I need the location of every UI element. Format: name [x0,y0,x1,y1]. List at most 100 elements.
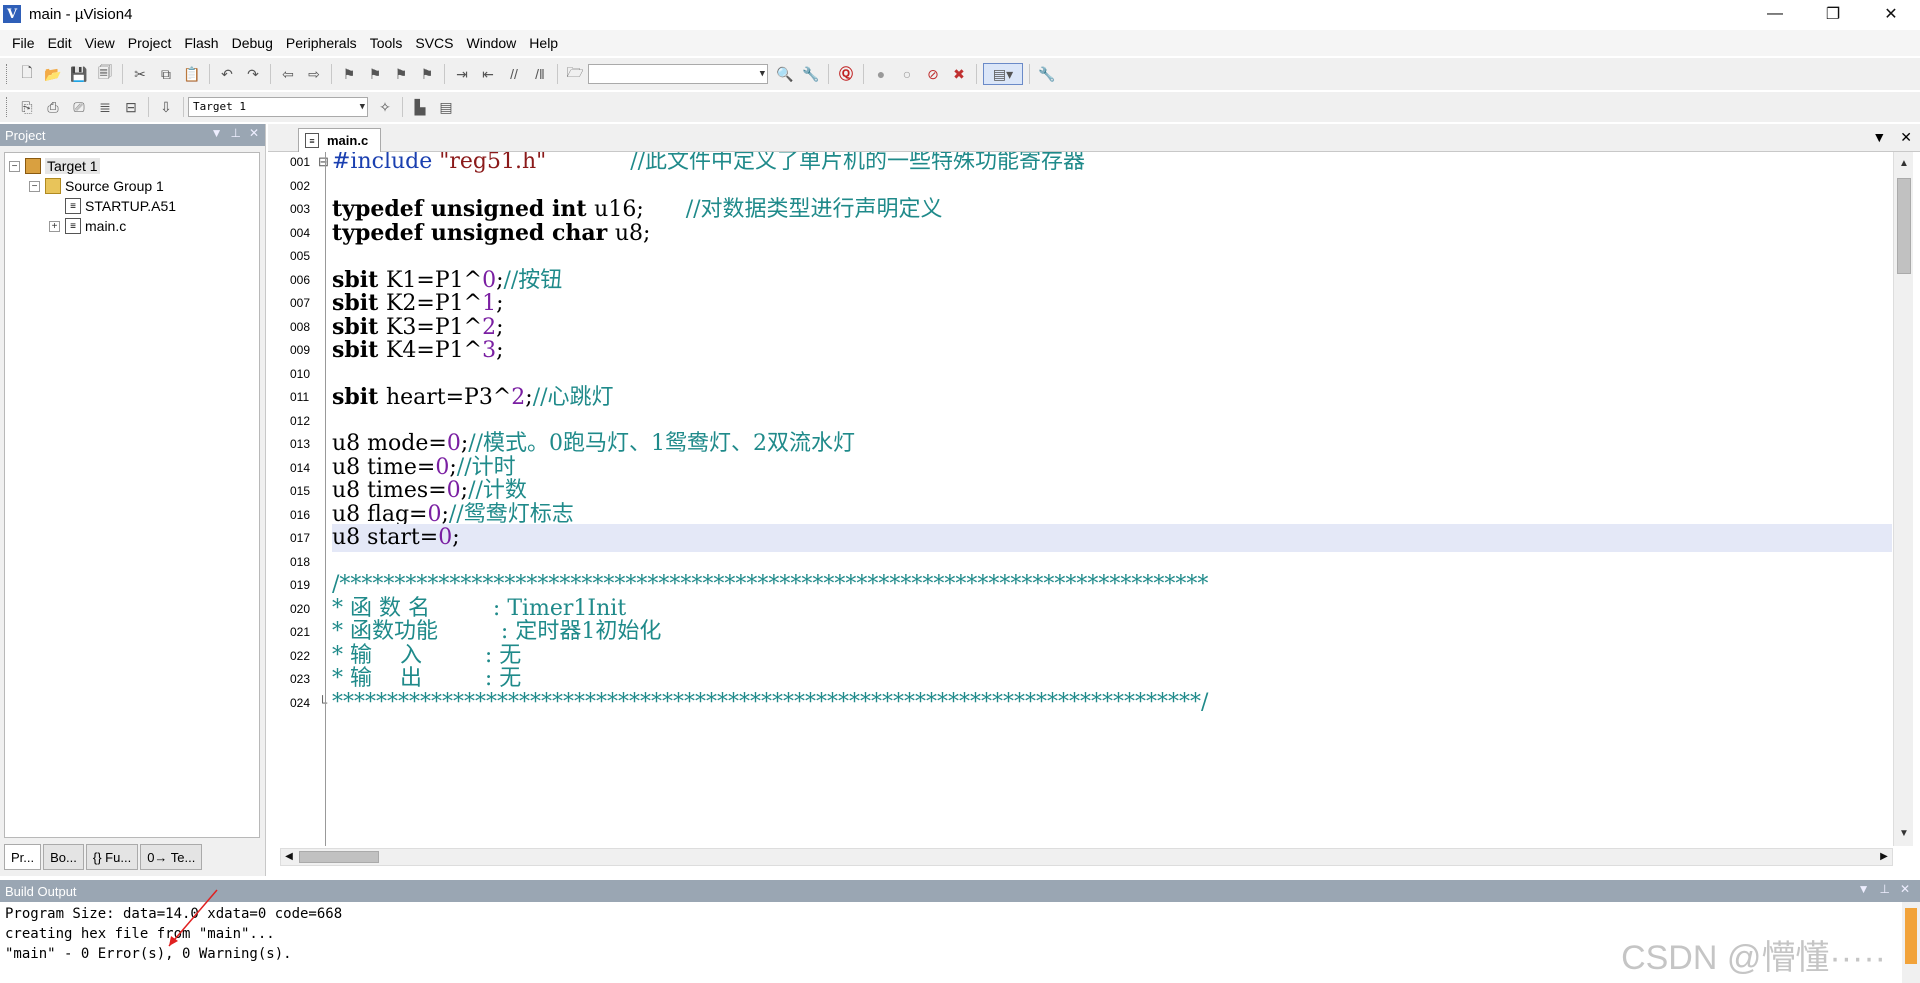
minimize-button[interactable]: — [1746,0,1804,28]
pane-menu-icon[interactable]: ▼ [1858,882,1870,896]
collapse-icon[interactable]: − [29,180,40,192]
open-file-icon[interactable]: 📂 [42,63,64,85]
target-options-icon[interactable]: ✧ [374,96,396,118]
build-output-text[interactable]: Program Size: data=14.0 xdata=0 code=668… [0,904,1900,983]
scroll-thumb[interactable] [1905,908,1917,964]
uncomment-icon[interactable]: /‖ [529,63,551,85]
configure-icon[interactable]: 🔧 [1036,63,1058,85]
rebuild-icon[interactable]: ⎚ [68,96,90,118]
chevron-down-icon[interactable]: ▼ [360,98,365,116]
window-layout-icon[interactable]: ▤▾ [983,63,1023,85]
pin-icon[interactable]: ⊥ [1879,882,1889,896]
expand-icon[interactable]: + [49,220,60,232]
close-pane-icon[interactable]: ✕ [1900,882,1910,896]
menu-project[interactable]: Project [124,35,181,51]
target-select[interactable]: Target 1 ▼ [188,97,368,117]
menu-file[interactable]: File [8,35,44,51]
undo-icon[interactable]: ↶ [216,63,238,85]
batch-build-icon[interactable]: ≣ [94,96,116,118]
scroll-thumb[interactable] [299,851,379,863]
file-extensions-icon[interactable]: ▤ [435,96,457,118]
paste-icon[interactable]: 📋 [181,63,203,85]
scroll-left-icon[interactable]: ◀ [281,849,297,865]
load-flash-icon[interactable]: ⇩ [155,96,177,118]
menu-debug[interactable]: Debug [228,35,282,51]
copy-icon[interactable]: ⧉ [155,63,177,85]
scroll-thumb[interactable] [1897,178,1911,274]
close-pane-icon[interactable]: ✕ [249,126,259,140]
pin-icon[interactable]: ⊥ [230,126,240,140]
code-editor[interactable]: 001 ⊟ 002 003 004 005 006 007 008 009 010 011 012 013… [268,152,1893,846]
tree-item-target[interactable]: − Target 1 [9,155,100,177]
build-line: creating hex file from "main"... [5,926,275,942]
nav-forward-icon[interactable]: ⇨ [303,63,325,85]
menu-flash[interactable]: Flash [180,35,227,51]
code-token: 0 [427,501,442,527]
stop-build-icon[interactable]: ⊟ [120,96,142,118]
menu-help[interactable]: Help [525,35,567,51]
fold-margin [325,152,326,846]
tree-item-source-group[interactable]: − Source Group 1 [29,175,164,197]
build-icon[interactable]: ⎙ [42,96,64,118]
find-combo[interactable]: ▼ [588,64,768,84]
cut-icon[interactable]: ✂ [129,63,151,85]
scroll-down-icon[interactable]: ▼ [1894,824,1914,844]
code-line[interactable]: ****************************************… [332,689,1892,717]
bookmark-toggle-icon[interactable]: ⚑ [338,63,360,85]
tab-templates[interactable]: 0→ Te... [140,844,203,870]
scroll-right-icon[interactable]: ▶ [1876,849,1892,865]
tree-item-main-file[interactable]: + ≡ main.c [49,215,126,237]
chevron-down-icon[interactable]: ▼ [760,65,765,83]
new-file-icon[interactable]: 🗋 [16,63,38,85]
menu-svcs[interactable]: SVCS [411,35,462,51]
fold-marker-icon[interactable]: ⊟ [318,155,329,169]
bookmark-prev-icon[interactable]: ⚑ [364,63,386,85]
nav-back-icon[interactable]: ⇦ [277,63,299,85]
editor-vertical-scrollbar[interactable]: ▲ ▼ [1893,152,1913,846]
tab-books[interactable]: Bo... [43,844,84,870]
indent-icon[interactable]: ⇥ [451,63,473,85]
insert-breakpoint-icon[interactable]: ● [870,63,892,85]
editor-horizontal-scrollbar[interactable]: ◀ ▶ [280,848,1893,866]
unindent-icon[interactable]: ⇤ [477,63,499,85]
enable-breakpoint-icon[interactable]: ○ [896,63,918,85]
code-token: //鸳鸯灯标志 [448,501,574,527]
disable-breakpoints-icon[interactable]: ⊘ [922,63,944,85]
scroll-up-icon[interactable]: ▲ [1894,154,1914,174]
close-tab-icon[interactable]: ✕ [1900,129,1912,146]
menu-peripherals[interactable]: Peripherals [282,35,366,51]
toolbar-grip[interactable] [6,64,9,84]
save-all-icon[interactable]: 🗐 [94,63,116,85]
manage-components-icon[interactable]: ▙ [409,96,431,118]
find-in-files-icon[interactable]: 🗁 [564,63,586,85]
toolbar-grip[interactable] [6,97,9,117]
collapse-icon[interactable]: − [9,160,20,172]
menu-window[interactable]: Window [463,35,526,51]
menu-view[interactable]: View [81,35,124,51]
menu-edit[interactable]: Edit [44,35,81,51]
tab-functions[interactable]: {} Fu... [85,844,139,870]
tree-item-startup-file[interactable]: ≡ STARTUP.A51 [65,195,176,217]
find-icon[interactable]: 🔍 [774,63,796,85]
restore-button[interactable]: ❐ [1804,0,1862,28]
bookmark-next-icon[interactable]: ⚑ [390,63,412,85]
kill-breakpoints-icon[interactable]: ✖ [948,63,970,85]
tab-list-icon[interactable]: ▼ [1872,129,1886,146]
build-output-scrollbar[interactable] [1902,902,1920,983]
translate-icon[interactable]: ⎘ [16,96,38,118]
code-area[interactable]: #include "reg51.h" //此文件中定义了单片机的一些特殊功能寄存… [332,152,1892,846]
bookmark-clear-icon[interactable]: ⚑ [416,63,438,85]
incremental-find-icon[interactable]: 🔧 [800,63,822,85]
toolbar-separator [209,64,210,84]
menu-tools[interactable]: Tools [366,35,412,51]
tree-item-group-label: Source Group 1 [65,178,164,194]
debug-session-icon[interactable]: Ⓠ [835,63,857,85]
save-icon[interactable]: 💾 [68,63,90,85]
comment-icon[interactable]: // [503,63,525,85]
close-button[interactable]: ✕ [1862,0,1920,28]
tab-main-c[interactable]: ≡ main.c [298,128,382,152]
tab-project[interactable]: Pr... [4,844,42,870]
toolbar-separator [444,64,445,84]
redo-icon[interactable]: ↷ [242,63,264,85]
pane-menu-icon[interactable]: ▼ [211,126,223,140]
